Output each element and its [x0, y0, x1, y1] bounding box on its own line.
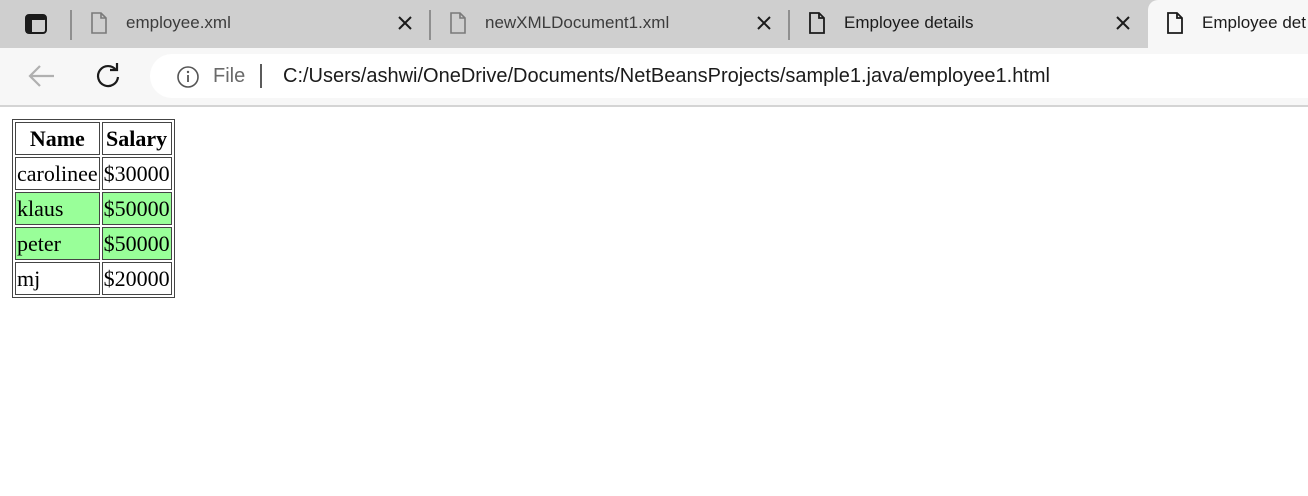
cell-salary: $50000: [101, 192, 172, 225]
scheme-label: File: [213, 65, 246, 87]
employee-table: Name Salary carolinee $30000 klaus $5000…: [12, 119, 175, 298]
close-tab-icon[interactable]: [755, 14, 773, 32]
cell-name: mj: [15, 262, 100, 295]
close-tab-icon[interactable]: [1114, 14, 1132, 32]
table-row: carolinee $30000: [15, 157, 172, 190]
cell-name: klaus: [15, 192, 100, 225]
cell-name: peter: [15, 227, 100, 260]
tab-employee-xml[interactable]: employee.xml: [72, 0, 428, 48]
table-row-highlighted: klaus $50000: [15, 192, 172, 225]
page-content: Name Salary carolinee $30000 klaus $5000…: [0, 107, 1308, 496]
url-text[interactable]: C:/Users/ashwi/OneDrive/Documents/NetBea…: [283, 65, 1050, 88]
header-salary: Salary: [101, 122, 172, 155]
browser-toolbar: File C:/Users/ashwi/OneDrive/Documents/N…: [0, 48, 1308, 107]
tab-newxmldocument1[interactable]: newXMLDocument1.xml: [431, 0, 787, 48]
tab-title: employee.xml: [126, 13, 231, 32]
table-header-row: Name Salary: [15, 122, 172, 155]
file-icon: [809, 12, 825, 34]
tab-employee-details[interactable]: Employee details: [790, 0, 1146, 48]
tab-employee-details-active[interactable]: Employee det: [1148, 0, 1308, 48]
tab-title: Employee details: [844, 13, 974, 32]
cell-salary: $20000: [101, 262, 172, 295]
tab-actions-icon: [25, 14, 47, 34]
info-icon[interactable]: [176, 65, 200, 89]
cell-salary: $30000: [101, 157, 172, 190]
cell-name: carolinee: [15, 157, 100, 190]
tab-actions-button[interactable]: [20, 10, 52, 38]
tab-strip: employee.xml newXMLDocument1.xml Employe…: [0, 0, 1308, 48]
table-row: mj $20000: [15, 262, 172, 295]
file-icon: [450, 12, 466, 34]
back-arrow-icon[interactable]: [26, 62, 58, 90]
file-icon: [91, 12, 107, 34]
header-name: Name: [15, 122, 100, 155]
address-bar[interactable]: File C:/Users/ashwi/OneDrive/Documents/N…: [150, 54, 1308, 98]
address-separator: [260, 64, 262, 88]
tab-title: newXMLDocument1.xml: [485, 13, 670, 32]
close-tab-icon[interactable]: [396, 14, 414, 32]
cell-salary: $50000: [101, 227, 172, 260]
table-row-highlighted: peter $50000: [15, 227, 172, 260]
reload-icon[interactable]: [92, 61, 124, 91]
file-icon: [1167, 12, 1183, 34]
tab-title: Employee det: [1202, 13, 1306, 32]
